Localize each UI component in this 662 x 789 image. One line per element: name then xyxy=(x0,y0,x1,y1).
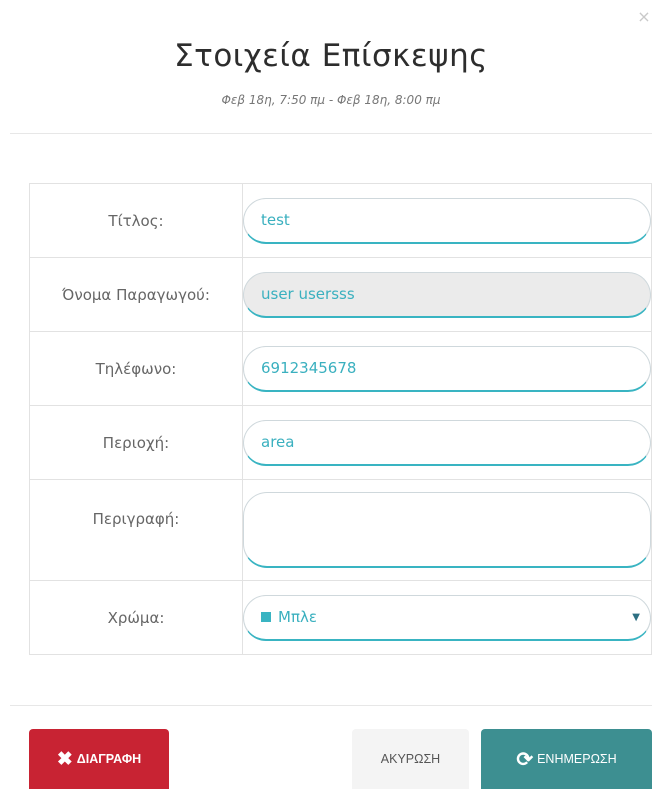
description-textarea[interactable] xyxy=(243,492,651,568)
cancel-label: ΑΚΥΡΩΣΗ xyxy=(380,752,441,766)
visit-time-range: Φεβ 18η, 7:50 πμ - Φεβ 18η, 8:00 πμ xyxy=(221,93,441,107)
header-divider xyxy=(10,133,652,134)
modal-title: Στοιχεία Επίσκεψης xyxy=(174,38,488,74)
color-select[interactable]: Μπλε ▼ xyxy=(243,594,651,641)
color-swatch xyxy=(261,612,271,622)
footer-divider xyxy=(10,705,652,706)
title-input[interactable]: test xyxy=(243,197,651,244)
color-selected-option: Μπλε xyxy=(261,608,317,626)
color-value: Μπλε xyxy=(278,608,317,626)
producer-label: Όνομα Παραγωγού: xyxy=(29,257,243,332)
phone-input[interactable]: 6912345678 xyxy=(243,345,651,392)
phone-label: Τηλέφωνο: xyxy=(29,331,243,406)
delete-label: ΔΙΑΓΡΑΦΗ xyxy=(76,752,142,766)
color-label: Χρώμα: xyxy=(29,580,243,655)
delete-button[interactable]: ✖ ΔΙΑΓΡΑΦΗ xyxy=(29,729,169,789)
chevron-down-icon: ▼ xyxy=(632,611,640,623)
region-input[interactable]: area xyxy=(243,419,651,466)
region-label: Περιοχή: xyxy=(29,405,243,480)
producer-input: user usersss xyxy=(243,271,651,318)
title-label: Τίτλος: xyxy=(29,183,243,258)
visit-details-form: Τίτλος: test Όνομα Παραγωγού: user users… xyxy=(29,183,652,655)
update-label: ΕΝΗΜΕΡΩΣΗ xyxy=(537,752,617,766)
delete-icon: ✖ xyxy=(56,748,73,770)
cancel-button[interactable]: ΑΚΥΡΩΣΗ xyxy=(352,729,469,789)
description-label: Περιγραφή: xyxy=(29,479,243,581)
close-icon[interactable]: × xyxy=(637,8,651,26)
refresh-icon: ⟳ xyxy=(516,748,534,771)
update-button[interactable]: ⟳ ΕΝΗΜΕΡΩΣΗ xyxy=(481,729,652,789)
